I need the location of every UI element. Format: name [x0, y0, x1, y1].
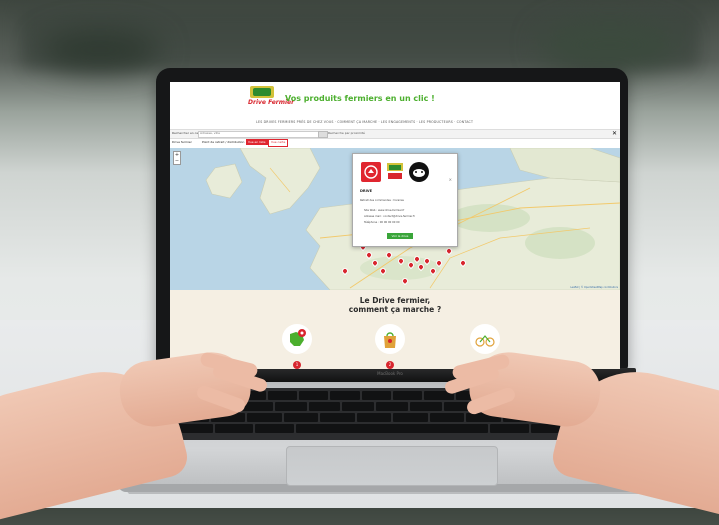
title-line-2: comment ça marche ? — [348, 305, 442, 314]
key — [393, 413, 428, 422]
search-placeholder: Adresse, ville — [200, 131, 220, 135]
france-map-pin-icon — [282, 324, 312, 354]
how-it-works-title: Le Drive fermier, comment ça marche ? — [170, 296, 620, 314]
site-header: Drive Fermier Vos produits fermiers en u… — [170, 82, 620, 128]
background-blur-right — [540, 20, 680, 70]
zoom-out-button[interactable]: − — [174, 158, 180, 164]
key — [255, 424, 294, 433]
key — [409, 402, 442, 411]
drive-fermier-icon — [387, 163, 403, 179]
key — [376, 402, 408, 411]
filter-drive-fermier[interactable]: Drive fermier — [172, 140, 192, 144]
drive-info-popup: × DRIVE Retrait des commandes : horaires… — [352, 153, 458, 247]
popup-hours-text: Retrait des commandes : horaires — [360, 199, 404, 202]
map-attribution[interactable]: Leaflet | © OpenStreetMap contributors — [570, 286, 618, 289]
popup-email[interactable]: Adresse mail : contact@drive-fermier.fr — [364, 215, 415, 218]
key — [392, 391, 423, 400]
key — [247, 413, 282, 422]
map-view[interactable]: + − × DRIVE Retrait des commandes: hora… — [170, 148, 620, 290]
key — [342, 402, 375, 411]
bicycle-svg — [475, 335, 495, 347]
search-button[interactable] — [318, 131, 328, 138]
key — [283, 413, 318, 422]
cow-icon — [413, 169, 425, 177]
france-map-svg — [290, 329, 306, 346]
shopping-bag-svg — [384, 332, 396, 348]
key — [267, 391, 298, 400]
key — [320, 413, 355, 422]
key-row — [168, 424, 616, 433]
popup-website[interactable]: Site Web : www.drive-fermier.fr — [364, 209, 404, 212]
producer-logo — [409, 162, 429, 182]
key — [356, 413, 391, 422]
close-icon[interactable]: ✕ — [612, 130, 617, 137]
key — [361, 391, 391, 400]
drive-fermier-popup-logo — [385, 162, 405, 182]
key — [490, 424, 529, 433]
zoom-controls[interactable]: + − — [173, 151, 181, 165]
key — [330, 391, 360, 400]
step-number-1: 1 — [293, 361, 301, 369]
key — [275, 402, 307, 411]
map-view-button[interactable]: Vue carte — [268, 139, 289, 147]
filter-point-retrait[interactable]: Point de retrait / distribution — [202, 140, 244, 144]
key — [299, 391, 329, 400]
view-drive-button[interactable]: Voir le drive — [387, 233, 413, 239]
bienvenue-ferme-logo — [361, 162, 381, 182]
main-navigation[interactable]: LES DRIVES FERMIERS PRÈS DE CHEZ VOUS · … — [256, 120, 473, 124]
logo-green-shape — [253, 88, 271, 96]
site-tagline: Vos produits fermiers en un clic ! — [285, 94, 435, 103]
step-number-2: 2 — [386, 361, 394, 369]
key — [308, 402, 341, 411]
farm-badge-icon — [364, 165, 378, 179]
list-view-button[interactable]: Vue en liste — [246, 139, 268, 145]
laptop-brand-label: MacBook Pro — [377, 371, 403, 376]
laptop-trackpad — [286, 446, 498, 486]
filter-bar: Drive fermier Point de retrait / distrib… — [170, 139, 620, 147]
shopping-bag-icon — [375, 324, 405, 354]
proximity-search-label[interactable]: Recherche par proximité — [328, 131, 365, 135]
key — [429, 413, 464, 422]
search-bar: Rechercher en carte Adresse, ville Reche… — [170, 129, 620, 139]
popup-title: DRIVE — [360, 189, 373, 193]
background-blur-left — [40, 30, 160, 70]
popup-phone: Téléphone : 00 00 00 00 00 — [364, 221, 400, 224]
spacebar — [295, 424, 489, 433]
drive-fermier-logo[interactable]: Drive Fermier — [248, 86, 294, 114]
laptop-screen: Drive Fermier Vos produits fermiers en u… — [170, 82, 620, 369]
popup-close-icon[interactable]: × — [449, 177, 452, 182]
farmer-bicycle-icon — [470, 324, 500, 354]
title-line-1: Le Drive fermier, — [359, 296, 431, 305]
key — [214, 424, 254, 433]
